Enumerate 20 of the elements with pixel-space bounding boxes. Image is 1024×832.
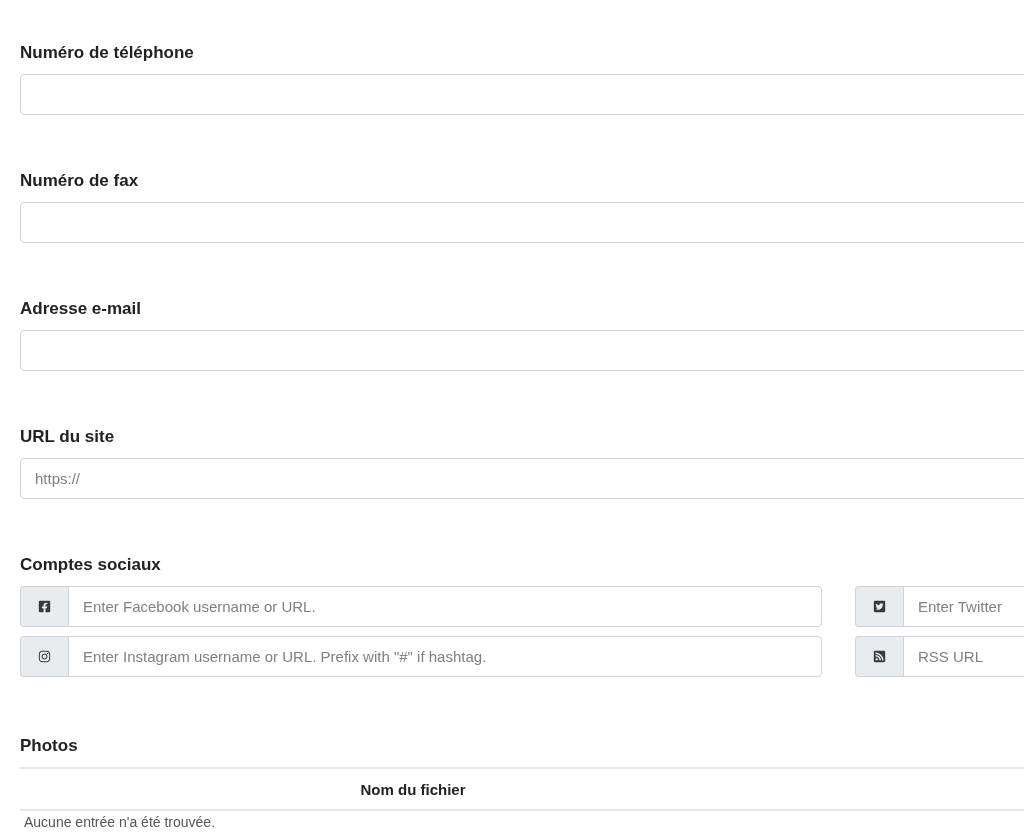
input-field[interactable] xyxy=(20,202,1024,243)
column-header: Nom du fichier xyxy=(359,780,467,798)
input-field[interactable] xyxy=(20,74,1024,115)
field-label: Comptes sociaux xyxy=(20,554,162,576)
twitter-icon xyxy=(873,600,886,613)
field-label: Adresse e-mail xyxy=(20,298,142,320)
input-field[interactable] xyxy=(20,330,1024,371)
field-label: URL du site xyxy=(20,426,116,448)
input-field[interactable]: Enter Facebook username or URL. xyxy=(68,586,822,627)
input-field[interactable]: RSS URL xyxy=(903,636,1024,677)
section-label: Photos xyxy=(20,735,79,757)
field-label: Numéro de téléphone xyxy=(20,42,195,64)
empty-message: Aucune entrée n'a été trouvée. xyxy=(23,813,217,830)
instagram-icon xyxy=(38,650,51,663)
input-field[interactable]: Enter Twitter xyxy=(903,586,1024,627)
input-field[interactable]: Enter Instagram username or URL. Prefix with "#" if hashtag. xyxy=(68,636,822,677)
rss-icon xyxy=(873,650,886,663)
facebook-icon xyxy=(38,600,51,613)
input-field[interactable]: https:// xyxy=(20,458,1024,499)
field-label: Numéro de fax xyxy=(20,170,140,192)
